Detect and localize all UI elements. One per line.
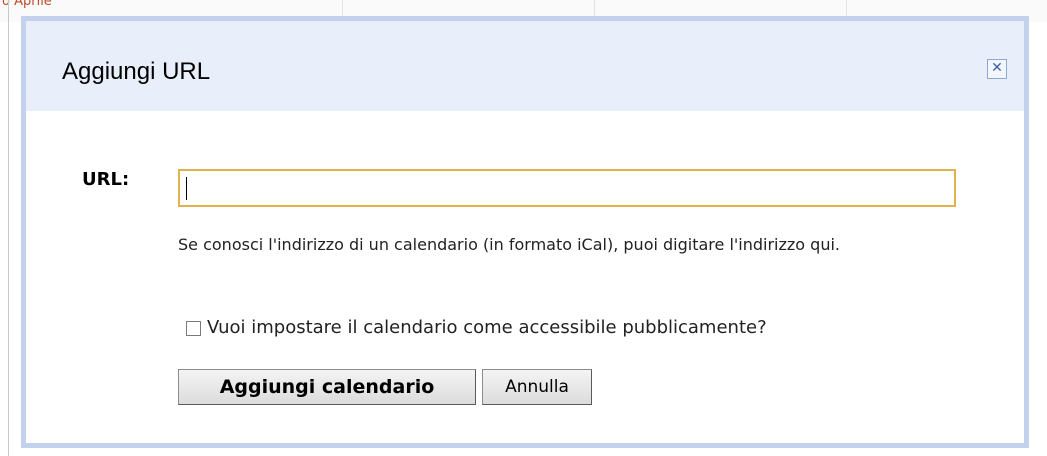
url-help-text: Se conosci l'indirizzo di un calendario …	[178, 235, 840, 254]
calendar-left-border	[8, 0, 9, 456]
text-caret	[186, 177, 187, 200]
add-calendar-button[interactable]: Aggiungi calendario	[178, 369, 476, 405]
dialog-header: Aggiungi URL ✕	[26, 21, 1024, 111]
url-input[interactable]	[178, 169, 956, 207]
public-calendar-checkbox[interactable]	[186, 320, 201, 336]
background-partial-text: o Aprile	[2, 0, 52, 9]
add-url-dialog: Aggiungi URL ✕ URL: Se conosci l'indiriz…	[21, 16, 1029, 448]
url-label: URL:	[82, 169, 130, 190]
cancel-button[interactable]: Annulla	[482, 369, 592, 405]
close-icon[interactable]: ✕	[987, 59, 1007, 79]
public-calendar-option[interactable]: Vuoi impostare il calendario come access…	[186, 317, 767, 339]
dialog-title: Aggiungi URL	[62, 58, 211, 85]
public-calendar-checkbox-label[interactable]: Vuoi impostare il calendario come access…	[207, 317, 767, 339]
